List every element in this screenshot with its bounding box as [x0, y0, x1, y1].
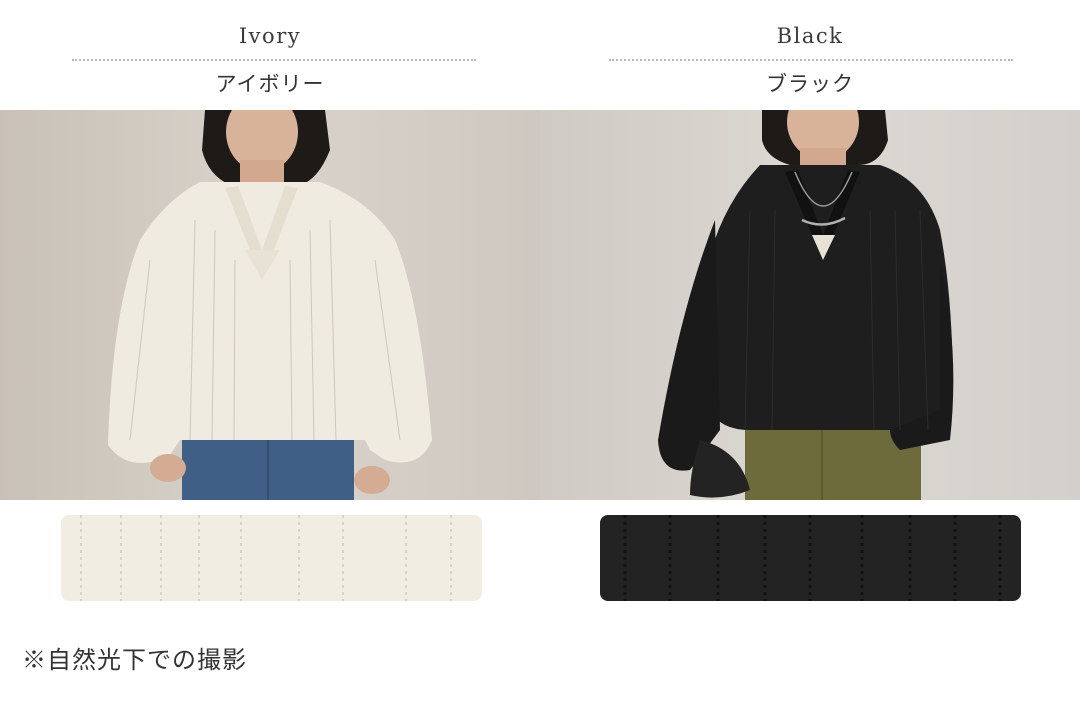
product-photo-black — [540, 110, 1080, 500]
dotted-divider — [609, 59, 1013, 61]
product-photo-ivory — [0, 110, 540, 500]
fabric-swatch-ivory — [61, 515, 482, 601]
dotted-divider — [72, 59, 476, 61]
photo-note: ※自然光下での撮影 — [22, 646, 247, 674]
color-name-jp: アイボリー — [215, 72, 325, 96]
color-name-jp: ブラック — [766, 72, 854, 96]
color-name-en: Ivory — [238, 24, 302, 48]
color-name-en: Black — [776, 24, 844, 48]
fabric-swatch-black — [600, 515, 1021, 601]
